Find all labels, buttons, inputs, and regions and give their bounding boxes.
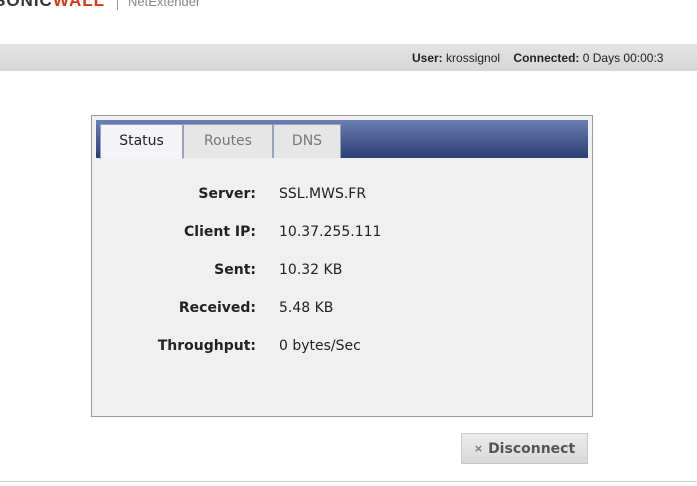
disconnect-button[interactable]: × Disconnect (461, 433, 588, 464)
session-info: User: krossignol Connected: 0 Days 00:00… (412, 51, 663, 65)
server-label: Server: (198, 186, 256, 202)
tab-status[interactable]: Status (100, 124, 183, 159)
brand-logo: SONICWALL (0, 0, 105, 10)
tab-strip: Status Routes DNS (96, 120, 588, 159)
tab-dns[interactable]: DNS (273, 124, 341, 158)
product-name: NetExtender (128, 0, 201, 9)
throughput-value: 0 bytes/Sec (279, 338, 361, 354)
received-value: 5.48 KB (279, 300, 334, 316)
disconnect-label: Disconnect (488, 440, 576, 457)
throughput-label: Throughput: (157, 338, 256, 354)
brand-divider (117, 0, 118, 10)
received-label: Received: (178, 300, 256, 316)
connected-value: 0 Days 00:00:3 (582, 51, 664, 65)
client-ip-label: Client IP: (184, 224, 256, 240)
session-status-bar: User: krossignol Connected: 0 Days 00:00… (0, 44, 697, 71)
footer-divider (0, 481, 697, 482)
connection-panel: Status Routes DNS Server: SSL.MWS.FR Cli… (91, 115, 593, 417)
sent-value: 10.32 KB (279, 262, 343, 278)
user-value: krossignol (446, 51, 501, 65)
brand-header: SONICWALL NetExtender (0, 0, 200, 11)
close-icon: × (473, 442, 484, 455)
user-label: User: (412, 51, 443, 65)
sent-label: Sent: (214, 262, 256, 278)
client-ip-value: 10.37.255.111 (279, 224, 382, 240)
server-value: SSL.MWS.FR (279, 186, 367, 202)
tab-routes[interactable]: Routes (183, 124, 273, 158)
connected-label: Connected: (513, 51, 580, 65)
